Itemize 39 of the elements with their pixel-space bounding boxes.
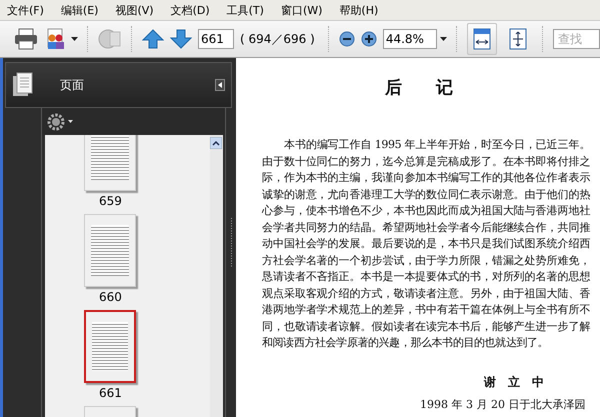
- zoom-out-icon[interactable]: [338, 31, 355, 47]
- page-number-field[interactable]: 661: [198, 29, 234, 49]
- printer-icon[interactable]: [14, 28, 38, 50]
- caret-icon[interactable]: [71, 37, 78, 41]
- globe-icon: [98, 28, 122, 50]
- fit-width-button[interactable]: [466, 23, 497, 55]
- page-count: ( 694／696 ): [240, 30, 315, 48]
- signature: 谢 立 中: [484, 374, 545, 390]
- date-text: 1998 年 3 月 20 日于北大承泽园: [420, 396, 586, 412]
- page-number: 661: [98, 386, 122, 400]
- up-arrow-icon[interactable]: [142, 29, 164, 49]
- caret-icon[interactable]: [68, 120, 73, 123]
- fit-page-icon: [508, 28, 527, 50]
- gear-icon[interactable]: [46, 112, 65, 130]
- collapse-button[interactable]: [215, 79, 225, 91]
- menu-item[interactable]: 帮助(H): [339, 2, 378, 18]
- page-number: 659: [98, 194, 122, 208]
- search-field[interactable]: 查找: [552, 29, 600, 49]
- left-arrow-icon: [218, 82, 222, 88]
- page-thumbnail[interactable]: [84, 310, 136, 383]
- menu-item[interactable]: 编辑(E): [60, 2, 98, 18]
- down-arrow-icon[interactable]: [170, 29, 192, 49]
- zoom-field[interactable]: 44.8%: [382, 29, 437, 49]
- document-paragraph: 本书的编写工作自 1995 年上半年开始，时至今日，已近三年。由于数十位同仁的努力，迄今总算是完稿成形了。在本书即将付排之际，作为本书的主编，我谨向参加本书编写工作的其他各位作者表示诚挚的谢意，尤向香港理工大学的数位同仁表示谢意。由于他们的热心参与，使本书增色不少，本书也因此而成为祖国大陆与香港两地社会学者共同努力的结晶。希望两地社会学者今后能继续合作，共同推动中国社会学的发展。最后要说的是，本书只是我们试图系统介绍西方社会学名著的一个初步尝试，由于学力所限，错漏之处势所难免，恳请读者不吝指正。本书是一本提要体式的书，对所列的名著的思想观点采取客观介绍的方式，敬请读者注意。另外，由于祖国大陆、香港两地学者学术规范上的差异，书中有若干篇在体例上与全书有所不同，也敬请读者谅解。假如读者在读完本书后，能够产生进一步了解和阅读西方社会学原著的兴趣，那么本书的目的也就达到了。: [262, 137, 590, 351]
- menu-item[interactable]: 工具(T): [226, 2, 264, 18]
- page-number: 660: [98, 290, 122, 304]
- fit-width-icon: [472, 28, 491, 50]
- menu-item[interactable]: 视图(V): [115, 2, 154, 18]
- zoom-in-icon[interactable]: [360, 31, 377, 47]
- scroll-up-icon[interactable]: [210, 137, 222, 149]
- scrollbar[interactable]: [210, 135, 224, 417]
- menu-item[interactable]: 文件(F): [7, 2, 44, 18]
- grip-icon[interactable]: [230, 218, 233, 268]
- caret-icon[interactable]: [440, 37, 447, 41]
- menu-item[interactable]: 文档(D): [170, 2, 210, 18]
- document-title: 后 记: [384, 77, 454, 99]
- menu-item[interactable]: 窗口(W): [280, 2, 322, 18]
- panel-title: 页面: [60, 76, 85, 94]
- pages-icon[interactable]: [12, 72, 34, 98]
